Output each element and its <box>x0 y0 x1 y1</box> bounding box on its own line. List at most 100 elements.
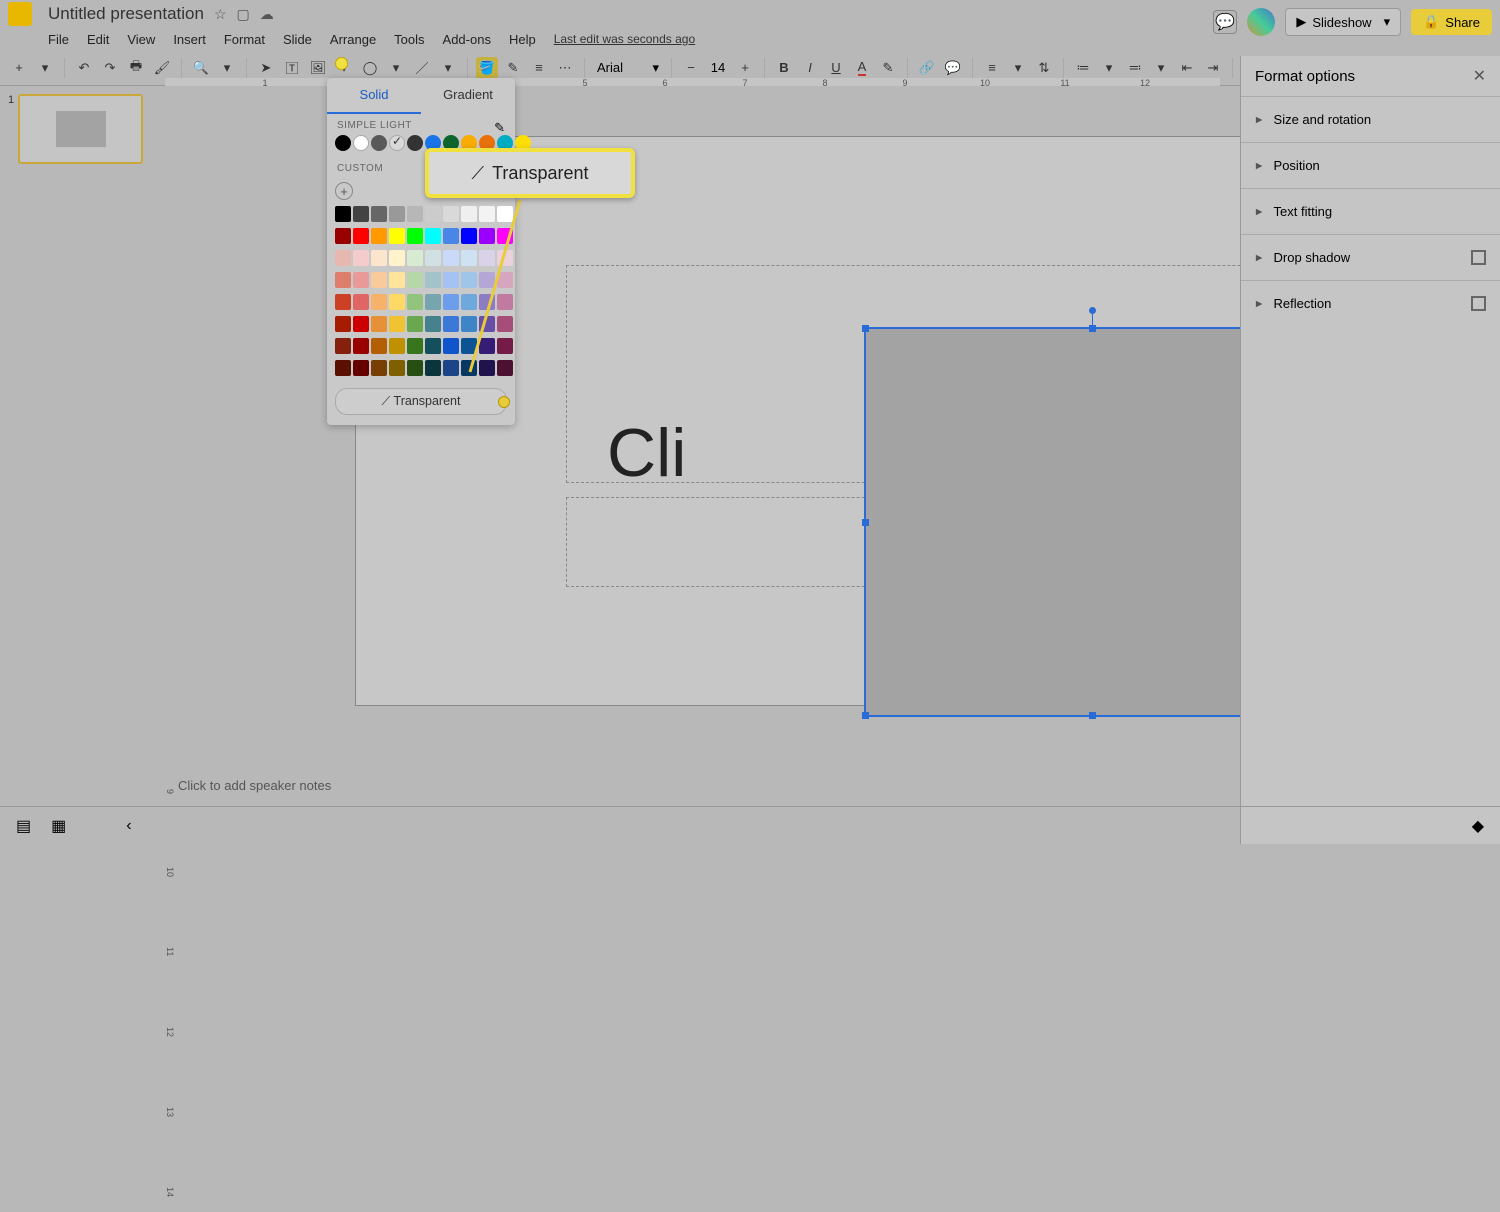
color-swatch[interactable] <box>443 206 459 222</box>
line-dropdown[interactable]: ▾ <box>437 57 459 79</box>
toggle-checkbox[interactable] <box>1471 250 1486 265</box>
color-swatch[interactable] <box>389 294 405 310</box>
move-icon[interactable]: ▢ <box>237 6 250 23</box>
menu-slide[interactable]: Slide <box>283 32 312 47</box>
panel-row-position[interactable]: ▾Position <box>1241 142 1500 188</box>
dropdown-icon[interactable]: ▾ <box>1384 14 1391 30</box>
resize-handle[interactable] <box>1089 712 1096 719</box>
indent-inc-button[interactable]: ⇥ <box>1202 57 1224 79</box>
color-swatch[interactable] <box>425 250 441 266</box>
color-swatch[interactable] <box>443 360 459 376</box>
color-swatch[interactable] <box>335 250 351 266</box>
color-swatch[interactable] <box>497 272 513 288</box>
color-swatch[interactable] <box>371 272 387 288</box>
color-swatch[interactable] <box>461 272 477 288</box>
color-swatch[interactable] <box>443 250 459 266</box>
color-swatch[interactable] <box>497 316 513 332</box>
align-dropdown[interactable]: ▾ <box>1007 57 1029 79</box>
font-size-dec[interactable]: − <box>680 57 702 79</box>
color-swatch[interactable] <box>389 338 405 354</box>
tab-solid[interactable]: Solid <box>327 78 421 114</box>
color-swatch[interactable] <box>425 338 441 354</box>
color-swatch[interactable] <box>371 316 387 332</box>
color-swatch[interactable] <box>479 294 495 310</box>
textbox-tool[interactable]: 🅃 <box>281 57 303 79</box>
color-swatch[interactable] <box>425 360 441 376</box>
color-swatch[interactable] <box>497 228 513 244</box>
color-swatch[interactable] <box>479 338 495 354</box>
slide-thumbnail[interactable] <box>18 94 143 164</box>
italic-button[interactable]: I <box>799 57 821 79</box>
comment-button[interactable]: 💬 <box>942 57 964 79</box>
menu-arrange[interactable]: Arrange <box>330 32 376 47</box>
highlight-button[interactable]: ✎ <box>877 57 899 79</box>
underline-button[interactable]: U <box>825 57 847 79</box>
color-swatch[interactable] <box>407 228 423 244</box>
color-swatch[interactable] <box>479 316 495 332</box>
color-swatch[interactable] <box>353 228 369 244</box>
color-swatch[interactable] <box>371 294 387 310</box>
indent-dec-button[interactable]: ⇤ <box>1176 57 1198 79</box>
border-color-button[interactable]: ✎ <box>502 57 524 79</box>
color-swatch[interactable] <box>389 316 405 332</box>
color-swatch[interactable] <box>443 338 459 354</box>
menu-add-ons[interactable]: Add-ons <box>443 32 491 47</box>
undo-button[interactable]: ↶ <box>73 57 95 79</box>
image-tool[interactable]: 🖼 <box>307 57 329 79</box>
slideshow-button[interactable]: ▶ Slideshow ▾ <box>1285 8 1401 36</box>
text-color-button[interactable]: A <box>851 57 873 79</box>
add-custom-color[interactable]: + <box>335 182 353 200</box>
color-swatch[interactable] <box>479 206 495 222</box>
color-swatch[interactable] <box>497 338 513 354</box>
color-swatch[interactable] <box>461 250 477 266</box>
color-swatch[interactable] <box>479 250 495 266</box>
color-swatch[interactable] <box>335 338 351 354</box>
color-swatch[interactable] <box>353 360 369 376</box>
bullet-list-button[interactable]: ≔ <box>1072 57 1094 79</box>
color-swatch[interactable] <box>335 316 351 332</box>
color-swatch[interactable] <box>335 206 351 222</box>
fill-color-button[interactable]: 🪣 <box>476 57 498 79</box>
theme-swatch[interactable] <box>353 135 369 151</box>
bullet-dropdown[interactable]: ▾ <box>1098 57 1120 79</box>
color-swatch[interactable] <box>371 338 387 354</box>
select-tool[interactable]: ➤ <box>255 57 277 79</box>
shape-dropdown[interactable]: ▾ <box>385 57 407 79</box>
color-swatch[interactable] <box>443 316 459 332</box>
resize-handle[interactable] <box>862 325 869 332</box>
menu-tools[interactable]: Tools <box>394 32 424 47</box>
color-swatch[interactable] <box>389 272 405 288</box>
number-list-button[interactable]: ≕ <box>1124 57 1146 79</box>
close-panel-icon[interactable]: ✕ <box>1473 66 1486 86</box>
color-swatch[interactable] <box>461 294 477 310</box>
color-swatch[interactable] <box>353 206 369 222</box>
menu-view[interactable]: View <box>127 32 155 47</box>
zoom-button[interactable]: 🔍 <box>190 57 212 79</box>
document-title[interactable]: Untitled presentation <box>48 4 204 24</box>
shape-tool[interactable]: ◯ <box>359 57 381 79</box>
color-swatch[interactable] <box>335 360 351 376</box>
panel-row-reflection[interactable]: ▾Reflection <box>1241 280 1500 326</box>
color-swatch[interactable] <box>353 316 369 332</box>
print-button[interactable]: 🖶 <box>125 57 147 79</box>
paint-format-button[interactable]: 🖌 <box>151 57 173 79</box>
panel-row-text-fitting[interactable]: ▾Text fitting <box>1241 188 1500 234</box>
color-swatch[interactable] <box>461 338 477 354</box>
color-swatch[interactable] <box>425 206 441 222</box>
font-size-input[interactable]: 14 <box>706 60 730 75</box>
grid-view-icon[interactable]: ▦ <box>51 816 66 836</box>
zoom-dropdown[interactable]: ▾ <box>216 57 238 79</box>
transparent-button[interactable]: ⟋ Transparent <box>335 388 507 415</box>
color-swatch[interactable] <box>425 228 441 244</box>
color-swatch[interactable] <box>353 294 369 310</box>
color-swatch[interactable] <box>371 250 387 266</box>
color-swatch[interactable] <box>479 272 495 288</box>
star-icon[interactable]: ☆ <box>214 6 227 23</box>
color-swatch[interactable] <box>497 250 513 266</box>
border-weight-button[interactable]: ≡ <box>528 57 550 79</box>
color-swatch[interactable] <box>407 338 423 354</box>
color-swatch[interactable] <box>389 228 405 244</box>
menu-help[interactable]: Help <box>509 32 536 47</box>
border-dash-button[interactable]: ⋯ <box>554 57 576 79</box>
color-swatch[interactable] <box>497 360 513 376</box>
